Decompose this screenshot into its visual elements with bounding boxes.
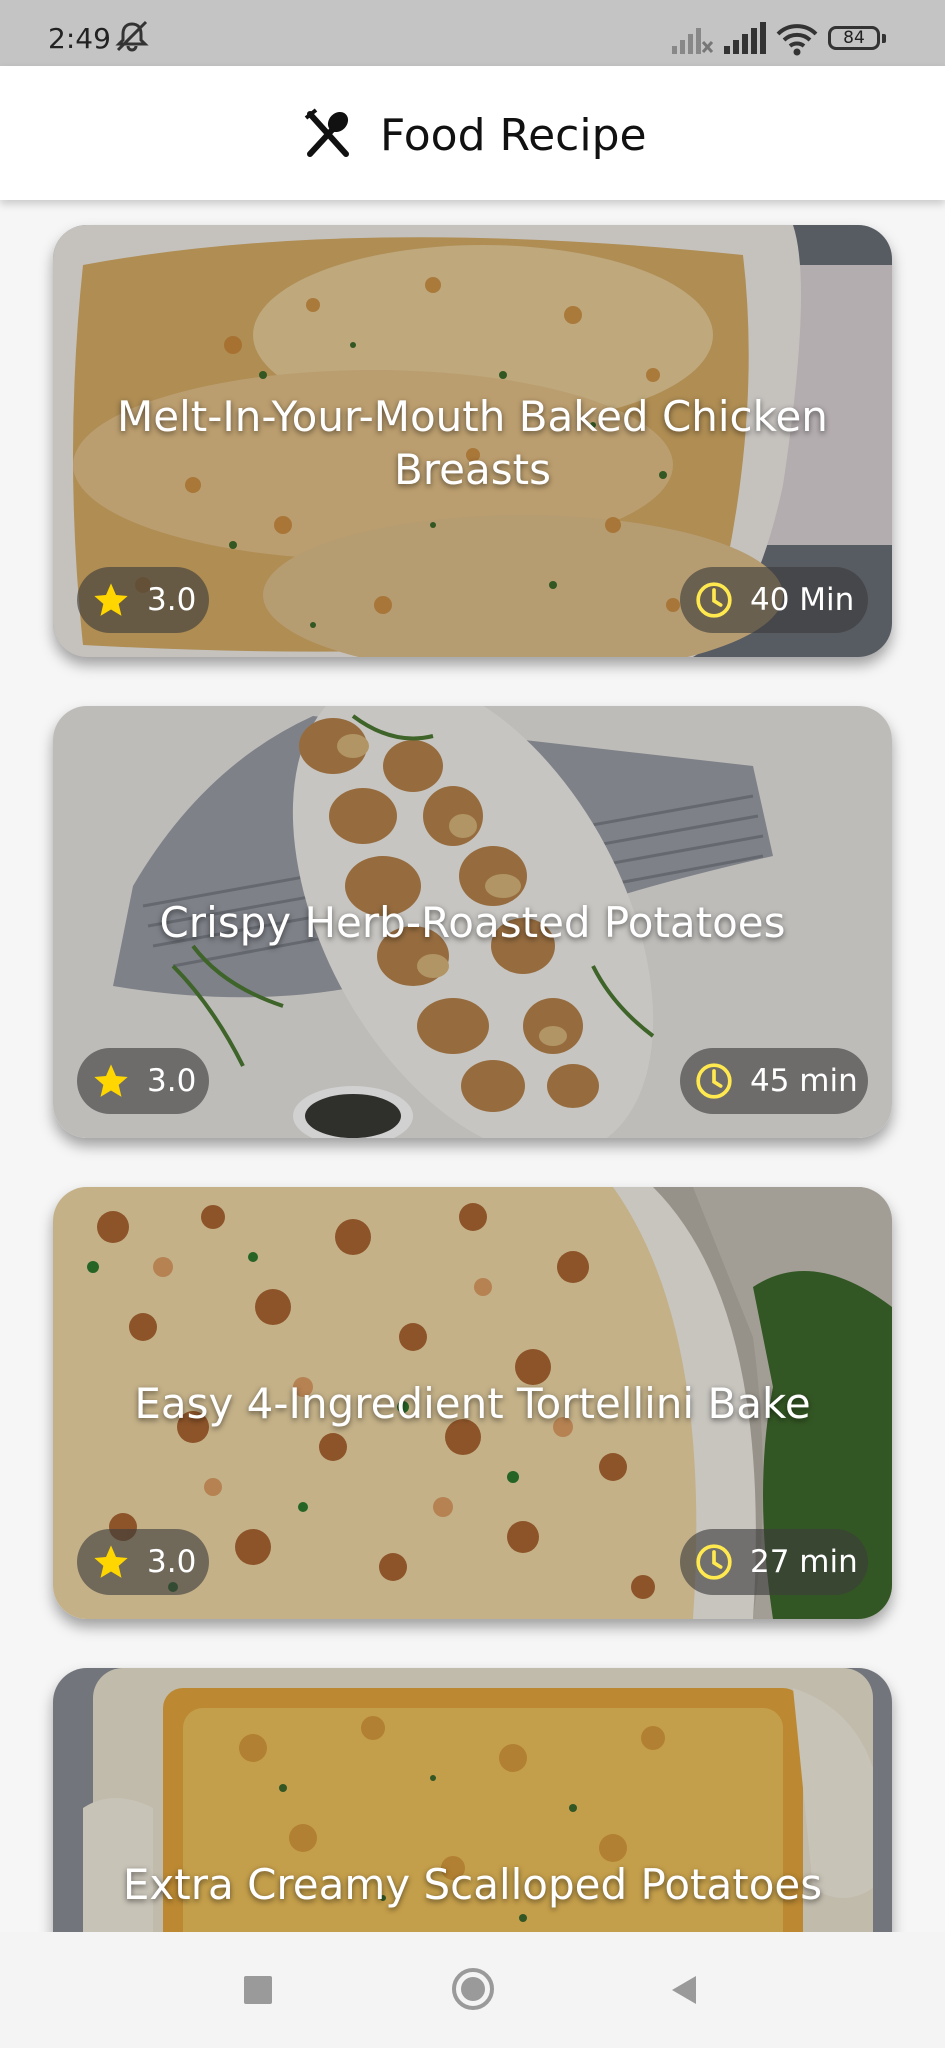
- cook-time-value: 27 min: [750, 1544, 858, 1580]
- recipe-card-tortellini[interactable]: Easy 4-Ingredient Tortellini Bake 3.0 27…: [53, 1187, 892, 1619]
- recipe-card-scalloped[interactable]: Extra Creamy Scalloped Potatoes: [53, 1668, 892, 1932]
- signal-icon: [724, 22, 766, 54]
- wifi-icon: [776, 24, 818, 56]
- rating-badge: 3.0: [77, 1048, 209, 1114]
- recipe-card-potatoes[interactable]: Crispy Herb-Roasted Potatoes 3.0 45 min: [53, 706, 892, 1138]
- rating-value: 3.0: [147, 1063, 197, 1099]
- app-bar: Food Recipe: [0, 66, 945, 200]
- recipe-title: Crispy Herb-Roasted Potatoes: [159, 898, 786, 947]
- signal-off-icon: [672, 28, 714, 54]
- recipe-title: Easy 4-Ingredient Tortellini Bake: [134, 1379, 811, 1428]
- recipe-title: Melt-In-Your-Mouth Baked Chicken Breasts: [117, 392, 828, 494]
- cook-time-badge: 45 min: [680, 1048, 868, 1114]
- star-icon: [94, 1545, 128, 1578]
- page-title: Food Recipe: [380, 110, 647, 161]
- rating-badge: 3.0: [77, 1529, 209, 1595]
- star-icon: [94, 1064, 128, 1097]
- system-nav-bar: [0, 1932, 945, 2048]
- home-icon[interactable]: [450, 1966, 496, 2012]
- recipe-title: Extra Creamy Scalloped Potatoes: [122, 1860, 823, 1909]
- rating-badge: 3.0: [77, 567, 209, 633]
- cook-time-value: 45 min: [750, 1063, 858, 1099]
- back-icon[interactable]: [664, 1970, 704, 2010]
- clock-icon: [696, 1063, 732, 1099]
- clock-icon: [696, 582, 732, 618]
- cook-time-value: 40 Min: [750, 582, 855, 618]
- star-icon: [94, 583, 128, 616]
- cook-time-badge: 40 Min: [680, 567, 868, 633]
- fork-spoon-icon: [304, 108, 349, 157]
- dnd-off-icon: [115, 20, 149, 52]
- rating-value: 3.0: [147, 1544, 197, 1580]
- cook-time-badge: 27 min: [680, 1529, 868, 1595]
- status-time: 2:49: [48, 22, 111, 55]
- rating-value: 3.0: [147, 582, 197, 618]
- status-bar: 2:49 84: [0, 0, 945, 66]
- recipe-card-chicken[interactable]: Melt-In-Your-Mouth Baked Chicken Breasts…: [53, 225, 892, 657]
- battery-icon: 84: [828, 26, 886, 50]
- recipe-list[interactable]: Melt-In-Your-Mouth Baked Chicken Breasts…: [0, 200, 945, 1932]
- recents-icon[interactable]: [238, 1970, 278, 2010]
- clock-icon: [696, 1544, 732, 1580]
